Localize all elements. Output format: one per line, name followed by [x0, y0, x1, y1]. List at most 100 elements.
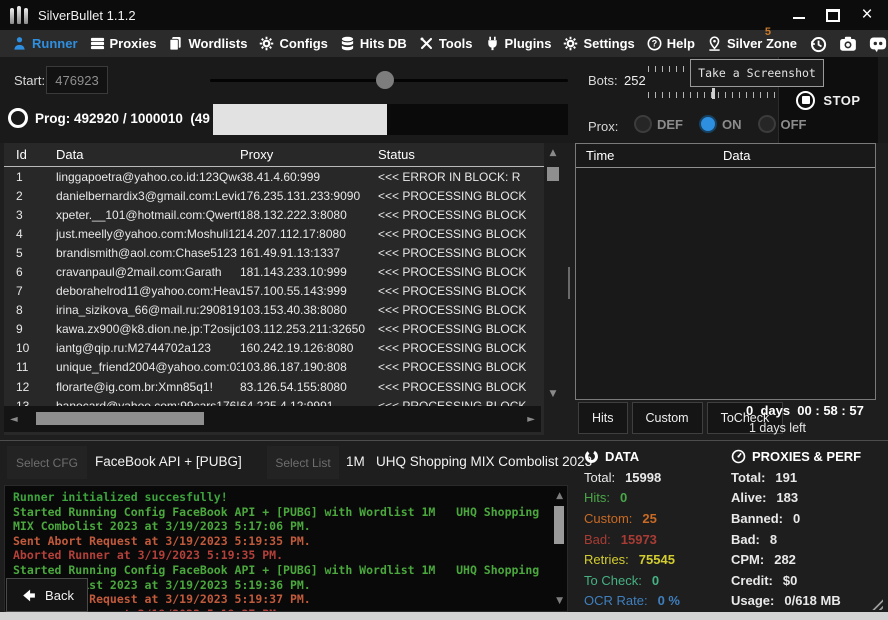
- select-cfg-button[interactable]: Select CFG: [7, 446, 87, 479]
- cell-proxy: 157.100.55.143:999: [240, 284, 378, 298]
- cell-id: 11: [16, 360, 56, 374]
- back-button[interactable]: Back: [6, 578, 88, 612]
- stat-value: 0/618 MB: [784, 593, 840, 608]
- panel-splitter[interactable]: [568, 267, 570, 299]
- nav-item-label: Wordlists: [188, 36, 247, 51]
- prox-option-off[interactable]: OFF: [758, 115, 807, 133]
- nav-item-configs[interactable]: Configs: [259, 36, 327, 51]
- nav-item-label: Help: [667, 36, 695, 51]
- select-list-button[interactable]: Select List: [267, 446, 339, 479]
- nav-item-label: Settings: [583, 36, 634, 51]
- log-console: Runner initialized succesfully!Started R…: [4, 485, 568, 612]
- title-bar: SilverBullet 1.1.2 ×: [0, 0, 888, 30]
- screenshot-tooltip: Take a Screenshot: [690, 59, 824, 87]
- nav-item-proxies[interactable]: Proxies: [90, 36, 157, 51]
- nav-item-hits-db[interactable]: Hits DB: [340, 36, 407, 51]
- cell-data: unique_friend2004@yahoo.com:032: [56, 360, 240, 374]
- tab-hits[interactable]: Hits: [578, 402, 628, 434]
- hits-panel-header: Time Data: [576, 144, 875, 168]
- col-data[interactable]: Data: [56, 147, 240, 162]
- col-id[interactable]: Id: [16, 147, 56, 162]
- start-input[interactable]: 476923: [46, 66, 108, 94]
- close-button[interactable]: ×: [860, 8, 874, 22]
- nav-item-settings[interactable]: Settings: [563, 36, 634, 51]
- nav-item-silver-zone[interactable]: Silver Zone5: [707, 36, 797, 51]
- elapsed-time: 0 days 00 : 58 : 57: [746, 403, 864, 418]
- cell-status: <<< PROCESSING BLOCK: [378, 208, 544, 222]
- scroll-down-icon[interactable]: ▼: [544, 389, 562, 399]
- log-lines: Runner initialized succesfully!Started R…: [13, 490, 549, 611]
- start-slider-thumb[interactable]: [376, 71, 394, 89]
- runner-controls: Start: 476923 Prog: 492920 / 1000010 (49…: [0, 57, 888, 143]
- scroll-up-icon[interactable]: ▲: [544, 148, 562, 158]
- cell-data: iantg@qip.ru:M2744702a123: [56, 341, 240, 355]
- scroll-left-icon[interactable]: ◄: [10, 414, 18, 425]
- window-title: SilverBullet 1.1.2: [38, 8, 136, 23]
- start-label: Start:: [14, 73, 45, 88]
- stats-title: PROXIES & PERF: [731, 446, 886, 467]
- minimize-button[interactable]: [792, 8, 806, 22]
- nav-item-wordlists[interactable]: Wordlists: [168, 36, 247, 51]
- ring-icon: [584, 449, 599, 464]
- nav-item-plugins[interactable]: Plugins: [485, 36, 552, 51]
- col-status[interactable]: Status: [378, 147, 544, 162]
- nav-item-tools[interactable]: Tools: [419, 36, 473, 51]
- table-row[interactable]: 7deborahelrod11@yahoo.com:Heave157.100.5…: [4, 282, 544, 301]
- stat-row: Total:15998: [584, 467, 726, 488]
- col-proxy[interactable]: Proxy: [240, 147, 378, 162]
- nav-item-camera[interactable]: [839, 35, 857, 53]
- nav-item-discord[interactable]: [869, 35, 887, 53]
- stat-value: 15973: [621, 532, 657, 547]
- stats-title-label: DATA: [605, 449, 639, 464]
- app-logo-bullets-icon: [10, 6, 28, 24]
- prox-option-def[interactable]: DEF: [634, 115, 683, 133]
- hscroll-thumb[interactable]: [36, 412, 204, 425]
- prox-option-on[interactable]: ON: [699, 115, 742, 133]
- maximize-button[interactable]: [826, 8, 840, 22]
- col-hit-data[interactable]: Data: [723, 148, 875, 163]
- svg-text:?: ?: [652, 39, 657, 49]
- nav-item-runner[interactable]: Runner: [12, 36, 78, 51]
- start-slider[interactable]: [210, 79, 568, 82]
- nav-item-help[interactable]: ? Help: [647, 36, 695, 51]
- nav-item-history[interactable]: [809, 35, 827, 53]
- table-row[interactable]: 12florarte@ig.com.br:Xmn85q1!83.126.54.1…: [4, 377, 544, 396]
- log-scroll-thumb[interactable]: [554, 506, 564, 544]
- bots-value[interactable]: 252: [624, 73, 646, 88]
- table-row[interactable]: 10iantg@qip.ru:M2744702a123160.242.19.12…: [4, 339, 544, 358]
- table-row[interactable]: 1linggapoetra@yahoo.co.id:123Qwed38.41.4…: [4, 167, 544, 186]
- tab-custom[interactable]: Custom: [632, 402, 703, 434]
- table-row[interactable]: 4just.meelly@yahoo.com:Moshuli12314.207.…: [4, 224, 544, 243]
- stat-value: $0: [783, 573, 797, 588]
- table-row[interactable]: 8irina_sizikova_66@mail.ru:29081988103.1…: [4, 301, 544, 320]
- cell-id: 2: [16, 189, 56, 203]
- log-line: Sent Abort Request at 3/19/2023 5:19:37 …: [13, 592, 549, 607]
- stop-icon: [796, 91, 815, 110]
- log-scroll-up-icon[interactable]: ▲: [556, 491, 563, 501]
- proxies-perf-section: PROXIES & PERFTotal:191Alive:183Banned:0…: [731, 446, 886, 611]
- configs-icon: [259, 36, 274, 51]
- progress-bar: [213, 104, 568, 135]
- stat-row: To Check:0: [584, 570, 726, 591]
- table-row[interactable]: 6cravanpaul@2mail.com:Garath181.143.233.…: [4, 262, 544, 281]
- scroll-right-icon[interactable]: ►: [527, 414, 535, 425]
- vscroll-thumb[interactable]: [547, 167, 559, 181]
- progress-radio[interactable]: [8, 108, 28, 128]
- stat-label: Banned:: [731, 511, 783, 526]
- stat-label: Custom:: [584, 511, 632, 526]
- table-row[interactable]: 5brandismith@aol.com:Chase5123161.49.91.…: [4, 243, 544, 262]
- cell-status: <<< PROCESSING BLOCK: [378, 246, 544, 260]
- cell-proxy: 176.235.131.233:9090: [240, 189, 378, 203]
- bots-slider-marker[interactable]: [712, 88, 715, 99]
- table-row[interactable]: 11unique_friend2004@yahoo.com:032103.86.…: [4, 358, 544, 377]
- stat-value: 191: [775, 470, 797, 485]
- log-scroll-down-icon[interactable]: ▼: [556, 596, 563, 606]
- cell-proxy: 83.126.54.155:8080: [240, 380, 378, 394]
- table-horizontal-scrollbar[interactable]: ◄ ►: [4, 406, 541, 432]
- table-row[interactable]: 2danielbernardix3@gmail.com:Levida176.23…: [4, 186, 544, 205]
- table-vertical-scrollbar[interactable]: ▲ ▼: [544, 143, 562, 404]
- col-time[interactable]: Time: [586, 148, 723, 163]
- table-row[interactable]: 9kawa.zx900@k8.dion.ne.jp:T2osijdvt103.1…: [4, 320, 544, 339]
- stat-value: 282: [774, 552, 796, 567]
- table-row[interactable]: 3xpeter.__101@hotmail.com:Qwert61188.132…: [4, 205, 544, 224]
